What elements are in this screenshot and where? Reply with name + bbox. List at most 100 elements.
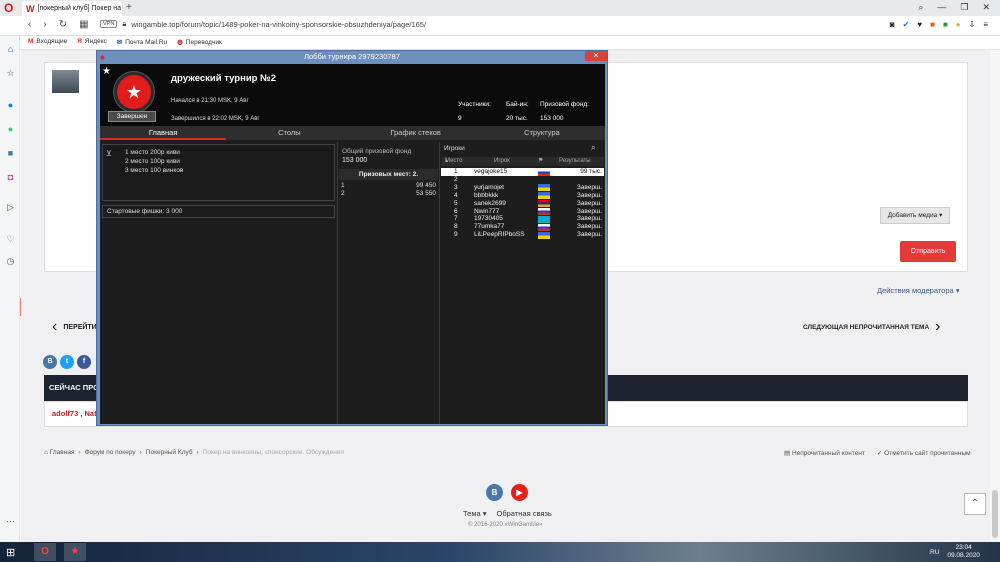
easy-setup-icon[interactable]: ≡ xyxy=(983,20,988,29)
scroll-top-button[interactable]: ⌃ xyxy=(964,493,986,515)
lobby-close-button[interactable]: ✕ xyxy=(585,51,607,61)
favorite-star-icon[interactable]: ★ xyxy=(102,66,111,77)
restore-icon[interactable]: ❐ xyxy=(960,2,968,13)
tab-stack-chart[interactable]: График стеков xyxy=(353,126,479,140)
windows-start-icon[interactable]: ⊞ xyxy=(6,546,15,559)
add-media-button[interactable]: Добавить медиа ▾ xyxy=(880,207,950,224)
tab-tables[interactable]: Столы xyxy=(226,126,352,140)
bookmark-mailru[interactable]: ✉ Почта Mail.Ru xyxy=(117,38,167,46)
submit-button[interactable]: Отправить xyxy=(900,241,956,262)
player-result: Заверш. xyxy=(576,223,602,231)
lock-icon: 🔒︎ xyxy=(122,19,127,28)
url-text[interactable]: wingamble.top/forum/topic/1489-poker-na-… xyxy=(131,20,426,29)
home-icon[interactable]: ⌂ xyxy=(5,44,16,54)
forward-icon[interactable]: › xyxy=(43,19,46,30)
instagram-icon[interactable]: ◘ xyxy=(5,172,16,182)
home-crumb[interactable]: ⌂ Главная xyxy=(44,449,74,456)
extension-red-icon[interactable]: ■ xyxy=(930,20,935,29)
new-tab-button[interactable]: + xyxy=(126,2,132,13)
messenger-icon[interactable]: ● xyxy=(5,100,16,110)
browser-tab[interactable]: W [покерный клуб] Покер на ✕ xyxy=(22,1,122,16)
browser-tab-bar xyxy=(0,0,1000,16)
breadcrumb-actions: ▤ Непрочитанный контент ✓ Отметить сайт … xyxy=(784,449,971,457)
system-tray: RU 23:04 09.08.2020 xyxy=(930,544,980,560)
shield-icon[interactable]: ✔ xyxy=(903,20,910,29)
extension-green-icon[interactable]: ■ xyxy=(943,20,948,29)
tab-title: [покерный клуб] Покер на xyxy=(37,5,122,12)
bookmark-yandex[interactable]: Я Яндекс xyxy=(77,38,107,46)
search-tabs-icon[interactable]: ⌕ xyxy=(918,2,923,13)
clock[interactable]: 23:04 09.08.2020 xyxy=(947,544,980,560)
search-icon[interactable]: ⌕ xyxy=(591,143,595,153)
col-player[interactable]: Игрок xyxy=(494,157,510,166)
download-icon[interactable]: ⇩ xyxy=(969,20,976,29)
tab-structure[interactable]: Структура xyxy=(479,126,605,140)
history-icon[interactable]: ◷ xyxy=(5,256,16,267)
mark-read-link[interactable]: ✓ Отметить сайт прочитанным xyxy=(877,449,971,457)
player-place: 1 xyxy=(454,168,458,175)
unread-content-link[interactable]: ▤ Непрочитанный контент xyxy=(784,449,865,457)
tab-main[interactable]: Главная xyxy=(100,126,227,140)
taskbar-pokerstars-icon[interactable]: ★ xyxy=(64,543,86,561)
vk-icon[interactable]: ■ xyxy=(5,148,16,158)
pokerstars-emblem-icon: ★ xyxy=(114,72,154,112)
player-row[interactable]: 4 bbbbkkk Заверш. xyxy=(441,192,604,200)
prize-line-2: 2 место 100р киви xyxy=(125,158,180,165)
speed-dial-icon[interactable]: ▦ xyxy=(79,19,88,30)
minimize-icon[interactable]: — xyxy=(937,2,946,13)
player-place: 5 xyxy=(454,199,458,207)
player-row[interactable]: 7 19730405 Заверш. xyxy=(441,215,604,223)
theme-selector[interactable]: Тема ▾ xyxy=(463,509,487,518)
player-name: 19730405 xyxy=(474,215,503,223)
scrollbar-thumb[interactable] xyxy=(992,490,998,538)
star-icon[interactable]: ☆ xyxy=(5,68,16,79)
vpn-badge[interactable]: VPN xyxy=(100,20,118,28)
camera-icon[interactable]: ◙ xyxy=(890,20,895,29)
col-place[interactable]: Место ▴ xyxy=(445,157,462,166)
forum-crumb[interactable]: Форум по покеру xyxy=(85,449,136,456)
starting-chips: Стартовые фишки: 3 000 xyxy=(102,205,335,218)
player-row[interactable]: 3 yurjamojet Заверш. xyxy=(441,184,604,192)
opera-sidebar: ⌂ ☆ ● ● ■ ◘ ▷ ♡ ◷ … xyxy=(0,36,20,542)
current-crumb: Покер на винкоины, спонсорские. Обсужден… xyxy=(202,449,344,456)
whatsapp-icon[interactable]: ● xyxy=(5,124,16,134)
bookmark-translator[interactable]: ◍ Переводчик xyxy=(177,38,222,46)
tab-close-icon[interactable]: ✕ xyxy=(121,5,122,13)
vk-share-icon[interactable]: B xyxy=(43,355,57,369)
heart-icon[interactable]: ♡ xyxy=(5,234,16,245)
feedback-link[interactable]: Обратная связь xyxy=(497,509,552,518)
opera-menu-icon[interactable]: O xyxy=(4,1,13,15)
language-indicator[interactable]: RU xyxy=(930,549,939,556)
url-field[interactable]: VPN 🔒︎ wingamble.top/forum/topic/1489-po… xyxy=(100,19,426,29)
youtube-footer-icon[interactable]: ▶ xyxy=(511,484,528,501)
next-topic-link[interactable]: СЛЕДУЮЩАЯ НЕПРОЧИТАННАЯ ТЕМА › xyxy=(803,318,941,336)
bookmark-inbox[interactable]: M Входящие xyxy=(28,38,67,46)
player-row[interactable]: 6 Nwin777 Заверш. xyxy=(441,208,604,216)
vk-footer-icon[interactable]: B xyxy=(486,484,503,501)
player-place: 4 xyxy=(454,191,458,199)
twitter-share-icon[interactable]: t xyxy=(60,355,74,369)
start-time: Начался в 21:30 MSK, 9 Авг xyxy=(171,98,249,104)
avatar[interactable] xyxy=(52,70,79,93)
player-name: bbbbkkk xyxy=(474,191,499,199)
col-results[interactable]: Результаты xyxy=(559,157,591,166)
more-icon[interactable]: … xyxy=(5,514,16,524)
reload-icon[interactable]: ↻ xyxy=(59,19,67,30)
country-flag-icon xyxy=(538,215,550,223)
flag-column-icon[interactable]: ⚑ xyxy=(538,157,543,166)
player-row[interactable]: 1 vegajoke15 99 тыс. xyxy=(441,168,604,176)
back-icon[interactable]: ‹ xyxy=(28,19,31,30)
player-row[interactable]: 2 xyxy=(441,176,604,184)
club-crumb[interactable]: Покерный Клуб xyxy=(146,449,193,456)
bookmark-heart-icon[interactable]: ♥ xyxy=(917,20,922,29)
facebook-share-icon[interactable]: f xyxy=(77,355,91,369)
page-scrollbar[interactable] xyxy=(990,50,1000,542)
player-row[interactable]: 8 77umka77 Заверш. xyxy=(441,223,604,231)
send-icon[interactable]: ▷ xyxy=(5,202,16,213)
player-row[interactable]: 5 sanek2699 Заверш. xyxy=(441,200,604,208)
player-row[interactable]: 9 LiLPeepRIPboSS Заверш. xyxy=(441,231,604,239)
moderator-actions-link[interactable]: Действия модератора ▾ xyxy=(877,286,960,295)
taskbar-opera-icon[interactable]: O xyxy=(34,543,56,561)
extension-orange-icon[interactable]: ● xyxy=(956,20,961,29)
close-window-icon[interactable]: ✕ xyxy=(982,2,990,13)
